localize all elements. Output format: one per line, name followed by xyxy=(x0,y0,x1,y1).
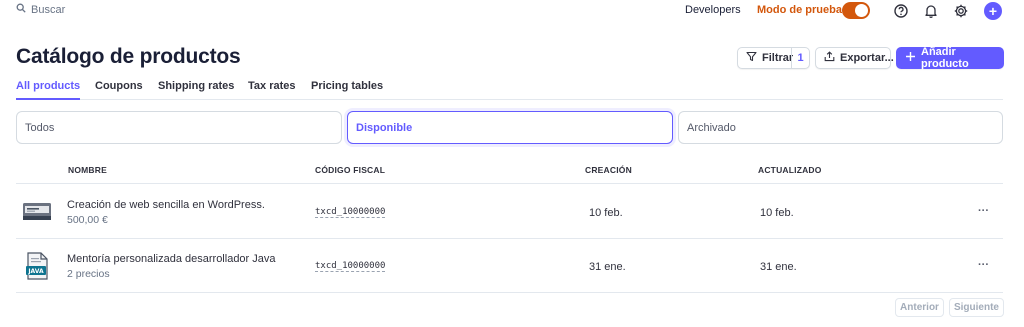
svg-text:JAVA: JAVA xyxy=(27,268,44,275)
search-bar[interactable]: Buscar xyxy=(16,3,65,16)
tab-coupons[interactable]: Coupons xyxy=(95,80,143,100)
filter-button[interactable]: Filtrar 1 xyxy=(737,47,810,69)
next-page-button[interactable]: Siguiente xyxy=(949,298,1004,317)
bell-icon[interactable] xyxy=(923,3,939,19)
column-header-tax-code[interactable]: CÓDIGO FISCAL xyxy=(315,165,385,175)
add-product-label: Añadir producto xyxy=(921,46,969,70)
top-bar: Buscar Developers Modo de prueba + xyxy=(0,0,1024,22)
filter-label: Filtrar xyxy=(762,52,794,64)
tab-pricing-tables[interactable]: Pricing tables xyxy=(311,80,383,100)
segment-disponible[interactable]: Disponible xyxy=(347,111,673,144)
add-product-button[interactable]: Añadir producto xyxy=(896,46,1004,70)
toggle-knob xyxy=(855,4,868,17)
segment-todos[interactable]: Todos xyxy=(16,111,342,144)
segment-disponible-label: Disponible xyxy=(356,121,413,134)
search-icon xyxy=(16,3,26,16)
export-icon xyxy=(824,51,835,65)
segment-todos-label: Todos xyxy=(25,121,55,134)
filter-icon xyxy=(746,51,757,65)
tab-tax-rates[interactable]: Tax rates xyxy=(248,80,296,100)
tab-all-products[interactable]: All products xyxy=(16,80,81,100)
table-header: NOMBRE CÓDIGO FISCAL CREACIÓN ACTUALIZAD… xyxy=(16,160,1003,184)
updated-date: 10 feb. xyxy=(760,207,794,219)
search-input[interactable]: Buscar xyxy=(31,4,65,16)
column-header-name[interactable]: NOMBRE xyxy=(68,165,107,175)
gear-icon[interactable] xyxy=(953,3,969,19)
tax-code: txcd_10000000 xyxy=(315,207,386,218)
website-thumbnail-icon xyxy=(22,197,52,227)
created-date: 31 ene. xyxy=(589,261,626,273)
column-header-updated[interactable]: ACTUALIZADO xyxy=(758,165,822,175)
tax-code: txcd_10000000 xyxy=(315,261,386,272)
tab-shipping-rates[interactable]: Shipping rates xyxy=(158,80,234,100)
test-mode-label: Modo de prueba xyxy=(757,4,842,16)
export-button[interactable]: Exportar... xyxy=(815,47,894,69)
export-label: Exportar... xyxy=(840,52,894,64)
create-plus-icon[interactable]: + xyxy=(984,2,1002,20)
segment-archivado-label: Archivado xyxy=(687,121,736,134)
column-header-created[interactable]: CREACIÓN xyxy=(585,165,632,175)
segment-archivado[interactable]: Archivado xyxy=(678,111,1003,144)
product-tabs: All products Coupons Shipping rates Tax … xyxy=(16,80,1003,100)
table-row[interactable]: Creación de web sencilla en WordPress. 5… xyxy=(16,185,1003,239)
more-actions-button[interactable]: ··· xyxy=(978,205,989,217)
product-prices-count: 2 precios xyxy=(67,268,110,280)
product-price: 500,00 € xyxy=(67,214,108,226)
updated-date: 31 ene. xyxy=(760,261,797,273)
page-title: Catálogo de productos xyxy=(16,45,241,68)
table-row[interactable]: JAVA Mentoría personalizada desarrollado… xyxy=(16,239,1003,293)
developers-link[interactable]: Developers xyxy=(685,4,741,16)
created-date: 10 feb. xyxy=(589,207,623,219)
help-icon[interactable] xyxy=(893,3,909,19)
product-name[interactable]: Mentoría personalizada desarrollador Jav… xyxy=(67,253,276,265)
plus-icon xyxy=(905,51,916,65)
more-actions-button[interactable]: ··· xyxy=(978,259,989,271)
product-name[interactable]: Creación de web sencilla en WordPress. xyxy=(67,199,265,211)
filter-count-badge: 1 xyxy=(791,48,809,68)
test-mode-toggle[interactable] xyxy=(842,2,870,19)
java-file-icon: JAVA xyxy=(22,251,52,281)
previous-page-button[interactable]: Anterior xyxy=(895,298,944,317)
